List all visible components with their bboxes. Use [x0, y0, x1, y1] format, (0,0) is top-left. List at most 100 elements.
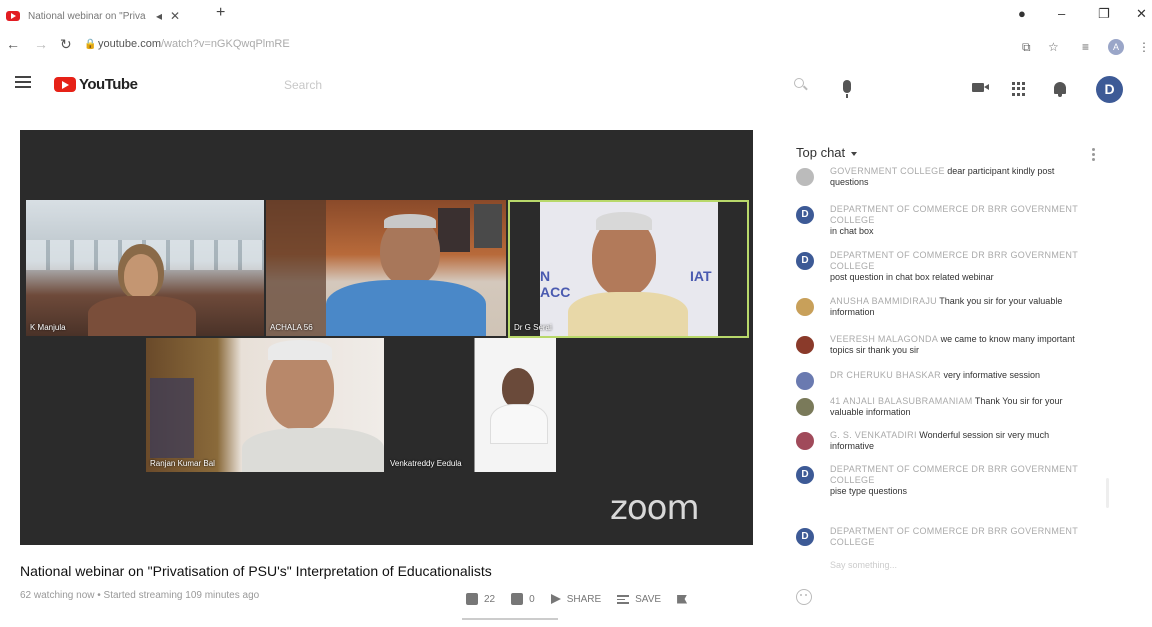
search-input[interactable] — [284, 74, 774, 96]
flag-icon — [677, 594, 688, 604]
participant-name: Venkatreddy Eedula — [390, 459, 462, 468]
back-icon[interactable]: ← — [6, 36, 20, 52]
user-avatar[interactable]: D — [1096, 76, 1123, 103]
cast-icon[interactable]: ⧉ — [1022, 40, 1031, 55]
chat-author-avatar[interactable] — [796, 432, 814, 450]
participant-name: Dr G Serai — [514, 323, 552, 332]
browser-menu-icon[interactable]: ⋮ — [1138, 40, 1150, 54]
chat-author-avatar[interactable] — [796, 398, 814, 416]
playlist-add-icon — [617, 594, 630, 604]
create-video-icon[interactable] — [972, 83, 989, 92]
share-icon — [550, 594, 561, 604]
youtube-play-icon — [54, 77, 76, 92]
chat-mode-dropdown[interactable]: Top chat — [796, 145, 858, 160]
search-icon[interactable] — [794, 78, 804, 88]
chat-scrollbar[interactable] — [1106, 478, 1109, 508]
thumbs-down-icon — [511, 593, 524, 605]
dislike-button[interactable]: 0 — [511, 593, 535, 605]
chat-author-name[interactable]: G. S. VENKATADIRI — [830, 430, 917, 440]
chat-author-name[interactable]: GOVERNMENT COLLEGE — [830, 166, 945, 176]
chat-message: G. S. VENKATADIRI Wonderful session sir … — [796, 430, 1086, 452]
youtube-header: YouTube D — [0, 62, 1152, 112]
chat-author-avatar[interactable] — [796, 336, 814, 354]
like-button[interactable]: 22 — [466, 593, 495, 605]
chat-author-name[interactable]: DEPARTMENT OF COMMERCE Dr BRR GOVERNMENT… — [830, 464, 1078, 485]
chat-message: DR CHERUKU BHASKAR very informative sess… — [796, 370, 1086, 390]
share-label: SHARE — [566, 593, 602, 605]
participant-body — [242, 428, 384, 472]
chat-more-icon[interactable] — [1092, 148, 1095, 163]
chat-message-text: G. S. VENKATADIRI Wonderful session sir … — [830, 430, 1086, 452]
chat-author-name[interactable]: DEPARTMENT OF COMMERCE Dr BRR GOVERNMENT… — [830, 204, 1078, 225]
chat-message-text: DEPARTMENT OF COMMERCE Dr BRR GOVERNMENT… — [830, 526, 1086, 548]
chat-input[interactable]: Say something... — [830, 560, 897, 570]
chat-message-text: DEPARTMENT OF COMMERCE Dr BRR GOVERNMENT… — [830, 204, 1086, 237]
participant-name: ACHALA 56 — [270, 323, 313, 332]
minimize-icon[interactable]: – — [1058, 6, 1065, 21]
reload-icon[interactable]: ↻ — [60, 36, 72, 53]
lock-icon: 🔒 — [84, 39, 97, 50]
participant-tile-4[interactable]: Ranjan Kumar Bal — [146, 338, 384, 472]
thumbs-up-icon — [466, 593, 478, 605]
new-tab-icon[interactable]: + — [216, 4, 225, 22]
video-player[interactable]: K Manjula ACHALA 56 N ACC IAT Dr G Serai… — [20, 130, 753, 545]
url-field[interactable]: youtube.com/watch?v=nGKQwqPlmRE — [98, 38, 290, 50]
chat-author-avatar[interactable]: D — [796, 466, 814, 484]
live-chat-panel: Top chat GOVERNMENT COLLEGE dear partici… — [786, 130, 1116, 627]
chat-author-name[interactable]: 41 Anjali Balasubramaniam — [830, 396, 973, 406]
participant-name: K Manjula — [30, 323, 66, 332]
forward-icon[interactable]: → — [34, 36, 48, 52]
chat-author-name[interactable]: DEPARTMENT OF COMMERCE Dr BRR GOVERNMENT… — [830, 526, 1078, 547]
participant-body — [490, 404, 548, 444]
apps-grid-icon[interactable] — [1012, 82, 1026, 96]
participant-body — [88, 296, 196, 336]
chat-message-text: DEPARTMENT OF COMMERCE Dr BRR GOVERNMENT… — [830, 464, 1086, 497]
chat-message-body: pise type questions — [830, 486, 908, 496]
browser-tab[interactable]: National webinar on "Priva ◂ ✕ — [6, 6, 206, 26]
chat-author-name[interactable]: DEPARTMENT OF COMMERCE Dr BRR GOVERNMENT… — [830, 250, 1078, 271]
chat-message-text: DEPARTMENT OF COMMERCE Dr BRR GOVERNMENT… — [830, 250, 1086, 283]
reading-list-icon[interactable]: ≡ — [1082, 40, 1089, 54]
zoom-watermark: zoom — [610, 488, 700, 528]
chat-author-avatar[interactable] — [796, 298, 814, 316]
close-window-icon[interactable]: ✕ — [1136, 6, 1147, 22]
chat-message-text: Anusha Bammidiraju Thank you sir for you… — [830, 296, 1086, 318]
youtube-favicon-icon — [6, 11, 20, 21]
youtube-logo[interactable]: YouTube — [54, 76, 138, 93]
participant-tile-1[interactable]: K Manjula — [26, 200, 264, 336]
chat-author-name[interactable]: Anusha Bammidiraju — [830, 296, 937, 306]
chat-message: Anusha Bammidiraju Thank you sir for you… — [796, 296, 1086, 318]
video-actions: 22 0 SHARE SAVE — [466, 593, 703, 605]
video-title: National webinar on "Privatisation of PS… — [20, 563, 492, 579]
participant-face — [124, 254, 158, 298]
participant-face — [502, 368, 534, 408]
save-button[interactable]: SAVE — [617, 594, 661, 605]
share-button[interactable]: SHARE — [550, 593, 602, 605]
chat-message: Veeresh Malagonda we came to know many i… — [796, 334, 1086, 356]
notifications-bell-icon[interactable] — [1054, 82, 1066, 97]
chat-author-avatar[interactable]: D — [796, 206, 814, 224]
speaker-icon[interactable]: ◂ — [156, 9, 162, 23]
chat-author-name[interactable]: Veeresh Malagonda — [830, 334, 938, 344]
chat-author-avatar[interactable]: D — [796, 252, 814, 270]
chat-author-name[interactable]: DR CHERUKU BHASKAR — [830, 370, 941, 380]
emoji-icon[interactable] — [796, 589, 812, 605]
browser-profile-icon[interactable]: A — [1108, 39, 1124, 55]
chat-author-avatar[interactable] — [796, 168, 814, 186]
close-tab-icon[interactable]: ✕ — [170, 9, 180, 23]
browser-tab-bar: National webinar on "Priva ◂ ✕ + ● – ❐ ✕ — [0, 0, 1152, 30]
bookmark-star-icon[interactable]: ☆ — [1048, 40, 1059, 54]
extension-icon[interactable]: ● — [1018, 6, 1026, 21]
participant-tile-5[interactable]: Venkatreddy Eedula — [386, 338, 556, 472]
chat-author-avatar[interactable] — [796, 372, 814, 390]
menu-icon[interactable] — [15, 76, 31, 91]
participant-tile-2[interactable]: ACHALA 56 — [266, 200, 506, 336]
microphone-icon[interactable] — [843, 80, 851, 98]
participant-tile-3-active[interactable]: N ACC IAT Dr G Serai — [508, 200, 749, 338]
report-button[interactable] — [677, 594, 688, 604]
chat-message-text: GOVERNMENT COLLEGE dear participant kind… — [830, 166, 1086, 188]
chat-message-text: DR CHERUKU BHASKAR very informative sess… — [830, 370, 1086, 381]
maximize-icon[interactable]: ❐ — [1098, 6, 1110, 22]
chat-author-avatar[interactable]: D — [796, 528, 814, 546]
chat-message-body: very informative session — [943, 370, 1040, 380]
